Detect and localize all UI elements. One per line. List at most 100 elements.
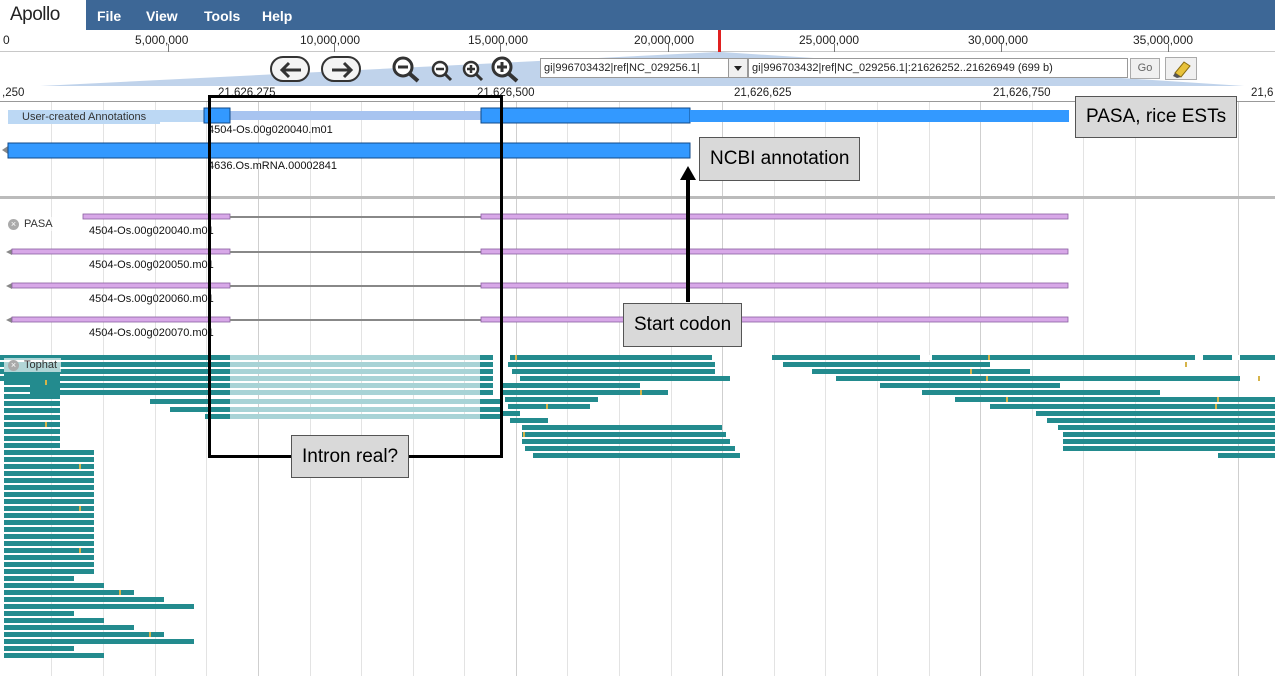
read-segment[interactable] (4, 499, 94, 504)
read-segment[interactable] (922, 390, 1160, 395)
read-segment[interactable] (4, 471, 94, 476)
read-segment[interactable] (500, 383, 640, 388)
exon-block[interactable] (480, 107, 691, 124)
read-segment[interactable] (4, 604, 194, 609)
read-segment[interactable] (79, 506, 81, 511)
read-segment[interactable] (880, 383, 1060, 388)
read-segment[interactable] (512, 369, 715, 374)
read-segment[interactable] (480, 383, 493, 388)
close-icon[interactable]: × (8, 218, 19, 230)
read-segment[interactable] (4, 485, 94, 490)
read-segment[interactable] (480, 390, 493, 395)
read-segment[interactable] (4, 520, 94, 525)
read-segment[interactable] (230, 390, 480, 395)
read-segment[interactable] (1058, 425, 1275, 430)
feature-label[interactable]: 4504-Os.00g020040.m01 (89, 225, 214, 237)
read-segment[interactable] (79, 464, 81, 469)
read-segment[interactable] (230, 399, 480, 404)
read-segment[interactable] (170, 407, 230, 412)
read-segment[interactable] (836, 376, 1240, 381)
read-segment[interactable] (1063, 446, 1275, 451)
exon-block[interactable] (203, 107, 231, 124)
read-segment[interactable] (4, 583, 104, 588)
exon-block[interactable] (7, 142, 691, 159)
feature-label[interactable]: 4504-Os.00g020040.m01 (208, 124, 333, 136)
read-segment[interactable] (508, 404, 590, 409)
read-segment[interactable] (522, 425, 722, 430)
read-segment[interactable] (4, 639, 194, 644)
read-segment[interactable] (970, 369, 972, 374)
read-segment[interactable] (1036, 411, 1275, 416)
read-segment[interactable] (4, 618, 104, 623)
read-segment[interactable] (4, 555, 94, 560)
read-segment[interactable] (4, 429, 60, 434)
feature-label[interactable]: 4504-Os.00g020050.m01 (89, 259, 214, 271)
read-segment[interactable] (4, 562, 94, 567)
read-segment[interactable] (640, 390, 642, 395)
read-segment[interactable] (149, 632, 151, 637)
read-segment[interactable] (522, 439, 730, 444)
read-segment[interactable] (205, 414, 230, 419)
read-segment[interactable] (4, 394, 60, 399)
read-segment[interactable] (1047, 418, 1275, 423)
feature-label[interactable]: 4504-Os.00g020070.m01 (89, 327, 214, 339)
read-segment[interactable] (480, 362, 493, 367)
read-segment[interactable] (4, 590, 134, 595)
read-segment[interactable] (4, 436, 60, 441)
feature-label[interactable]: 4504-Os.00g020060.m01 (89, 293, 214, 305)
read-segment[interactable] (4, 576, 74, 581)
read-segment[interactable] (4, 380, 60, 385)
read-segment[interactable] (4, 597, 164, 602)
read-segment[interactable] (230, 383, 480, 388)
read-segment[interactable] (525, 446, 735, 451)
read-segment[interactable] (523, 432, 525, 437)
read-segment[interactable] (4, 415, 60, 420)
read-segment[interactable] (1232, 355, 1240, 360)
read-segment[interactable] (1195, 355, 1203, 360)
read-segment[interactable] (150, 399, 230, 404)
read-segment[interactable] (4, 541, 94, 546)
read-segment[interactable] (79, 548, 81, 553)
read-segment[interactable] (4, 478, 94, 483)
read-segment[interactable] (920, 355, 932, 360)
read-segment[interactable] (4, 387, 60, 392)
read-segment[interactable] (1063, 432, 1275, 437)
read-segment[interactable] (4, 373, 60, 378)
read-segment[interactable] (45, 380, 47, 385)
read-segment[interactable] (480, 355, 493, 360)
read-segment[interactable] (515, 355, 517, 360)
read-segment[interactable] (510, 418, 548, 423)
read-segment[interactable] (480, 399, 500, 404)
read-segment[interactable] (4, 401, 60, 406)
read-segment[interactable] (4, 625, 134, 630)
read-segment[interactable] (4, 450, 94, 455)
read-segment[interactable] (986, 376, 988, 381)
tophat-reads[interactable] (0, 355, 1275, 658)
read-segment[interactable] (1063, 439, 1275, 444)
read-segment[interactable] (1215, 404, 1217, 409)
read-segment[interactable] (4, 653, 104, 658)
read-segment[interactable] (1185, 362, 1187, 367)
read-segment[interactable] (230, 362, 480, 367)
feature-label[interactable]: 4636.Os.mRNA.00002841 (208, 160, 337, 172)
read-segment[interactable] (533, 453, 740, 458)
read-segment[interactable] (990, 404, 1275, 409)
read-segment[interactable] (988, 355, 990, 360)
pasa-track-label[interactable]: × PASA (4, 217, 57, 231)
read-segment[interactable] (4, 513, 94, 518)
user-created-annotations-label[interactable]: User-created Annotations (8, 110, 161, 124)
read-segment[interactable] (520, 376, 730, 381)
read-segment[interactable] (230, 369, 480, 374)
read-segment[interactable] (230, 407, 480, 412)
read-segment[interactable] (508, 362, 715, 367)
read-segment[interactable] (230, 355, 480, 360)
read-segment[interactable] (955, 397, 1275, 402)
read-segment[interactable] (4, 569, 94, 574)
read-segment[interactable] (480, 369, 493, 374)
read-segment[interactable] (505, 397, 598, 402)
read-segment[interactable] (1218, 453, 1275, 458)
read-segment[interactable] (503, 411, 520, 416)
read-segment[interactable] (4, 527, 94, 532)
utr-segment[interactable] (690, 110, 1069, 122)
read-segment[interactable] (4, 422, 60, 427)
